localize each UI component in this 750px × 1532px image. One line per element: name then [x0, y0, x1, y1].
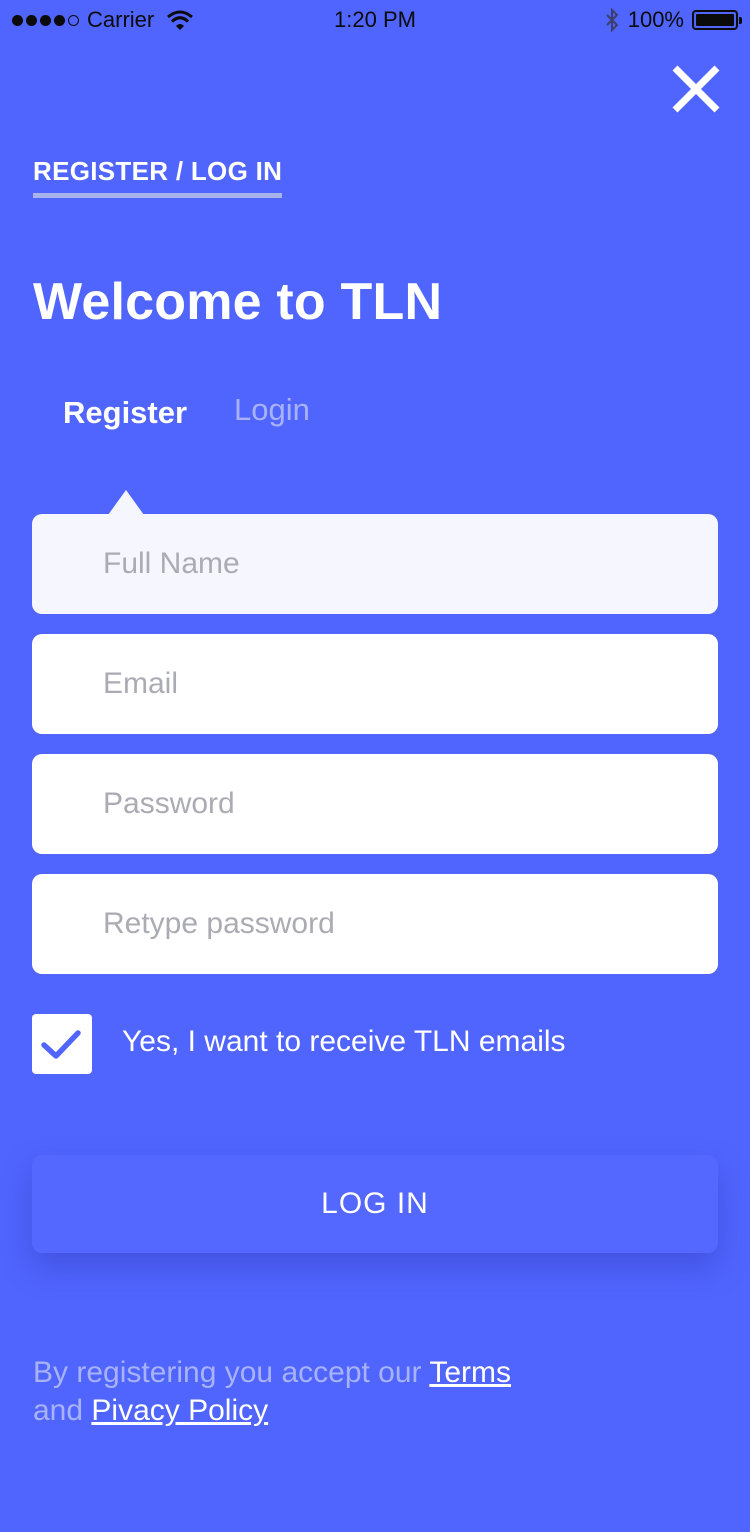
full-name-field	[32, 514, 718, 614]
close-button[interactable]	[669, 62, 723, 116]
retype-password-field	[32, 874, 718, 974]
newsletter-checkbox[interactable]	[32, 1014, 92, 1074]
tab-register[interactable]: Register	[63, 395, 187, 431]
page-title: Welcome to TLN	[33, 273, 443, 331]
bluetooth-icon	[606, 8, 619, 32]
register-login-link[interactable]: REGISTER / LOG IN	[33, 156, 283, 198]
email-field	[32, 634, 718, 734]
log-in-button[interactable]: LOG IN	[32, 1155, 718, 1253]
password-input[interactable]	[103, 787, 718, 821]
legal-text-and: and	[33, 1394, 84, 1427]
close-icon	[672, 65, 720, 113]
legal-footer: By registering you accept our Terms and …	[33, 1354, 511, 1430]
legal-line-2: and Pivacy Policy	[33, 1392, 511, 1430]
retype-password-input[interactable]	[103, 907, 718, 941]
battery-percent: 100%	[627, 7, 684, 32]
battery-icon	[692, 10, 742, 30]
status-bar: Carrier 1:20 PM 100%	[0, 0, 750, 40]
tab-login[interactable]: Login	[234, 392, 310, 428]
register-screen: Carrier 1:20 PM 100% REGISTER / LOG IN W…	[0, 0, 750, 1532]
email-input[interactable]	[103, 667, 718, 701]
status-right: 100%	[604, 7, 742, 33]
legal-text-before-terms: By registering you accept our	[33, 1356, 422, 1389]
full-name-input[interactable]	[103, 547, 718, 581]
active-tab-pointer	[108, 490, 144, 515]
password-field	[32, 754, 718, 854]
checkmark-icon	[41, 1030, 81, 1059]
newsletter-label: Yes, I want to receive TLN emails	[122, 1025, 566, 1058]
legal-line-1: By registering you accept our Terms	[33, 1354, 511, 1392]
privacy-policy-link[interactable]: Pivacy Policy	[91, 1394, 268, 1427]
terms-link[interactable]: Terms	[429, 1356, 511, 1389]
